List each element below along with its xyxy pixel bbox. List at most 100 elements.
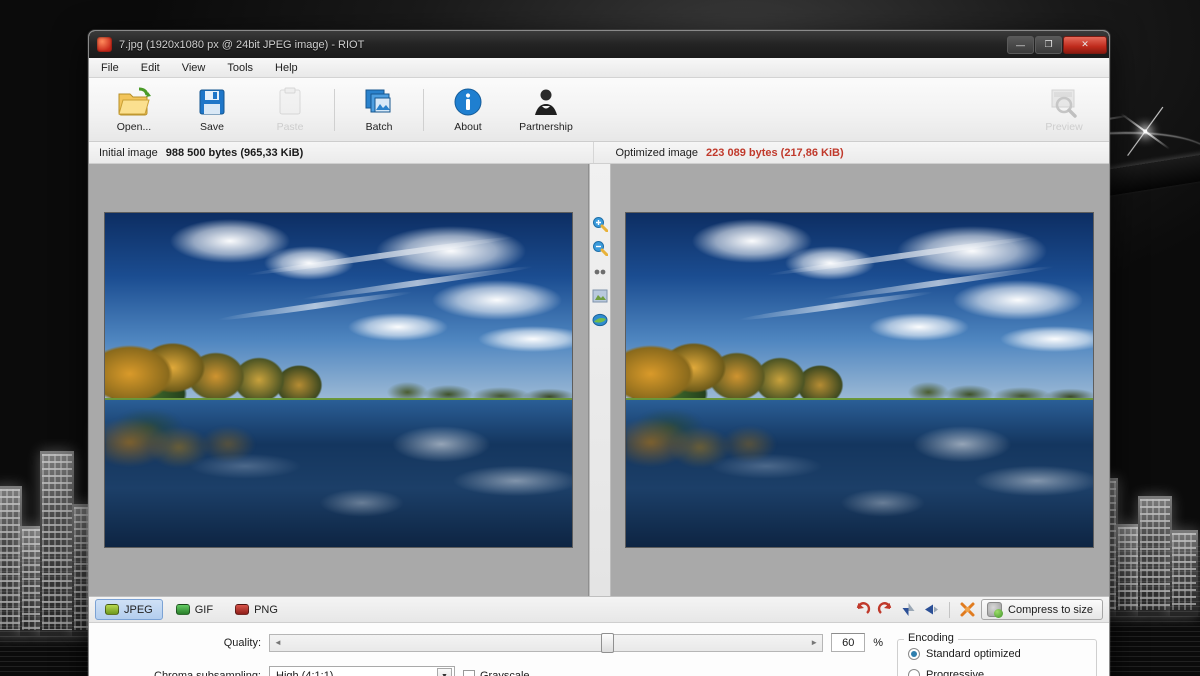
quality-label: Quality: (223, 636, 261, 649)
zoom-out-icon[interactable] (592, 240, 608, 257)
about-info-icon (451, 86, 485, 118)
quality-unit-label: % (873, 636, 883, 649)
compress-to-size-icon (987, 602, 1004, 618)
menu-item-view[interactable]: View (178, 61, 210, 75)
initial-image-photo (103, 211, 573, 549)
tab-jpeg[interactable]: JPEG (95, 599, 163, 620)
initial-image-size: 988 500 bytes (965,33 KiB) (165, 146, 304, 159)
partnership-person-icon (529, 86, 563, 118)
jpeg-settings-panel: Quality: ◄ ► 60 % Chroma subsampling: Hi… (89, 623, 1109, 676)
grayscale-label: Grayscale (480, 670, 530, 676)
format-tab-bar: JPEG GIF PNG Compress to size (89, 596, 1109, 623)
menu-item-help[interactable]: Help (271, 61, 302, 75)
save-button[interactable]: Save (173, 80, 251, 140)
quality-slider-right-arrow: ► (810, 638, 819, 647)
preview-magnifier-icon (1047, 86, 1081, 118)
close-button[interactable]: ✕ (1063, 35, 1107, 54)
initial-image-pane[interactable] (89, 164, 589, 596)
open-button-label: Open... (116, 121, 152, 133)
zoom-tool-strip (588, 164, 611, 596)
about-button-label: About (454, 121, 482, 133)
paste-clipboard-icon (273, 86, 307, 118)
optimized-image-label: Optimized image (615, 146, 699, 159)
encoding-option-standard[interactable]: Standard optimized (908, 648, 1086, 660)
open-button[interactable]: Open... (95, 80, 173, 140)
encoding-group-title: Encoding (904, 632, 958, 644)
about-button[interactable]: About (429, 80, 507, 140)
toolbar-separator-2 (423, 88, 424, 131)
rotate-right-icon[interactable] (876, 600, 895, 619)
zoom-in-icon[interactable] (592, 216, 608, 233)
radio-standard-optimized[interactable] (908, 648, 920, 660)
optimized-image-pane[interactable] (610, 164, 1109, 596)
menu-bar: File Edit View Tools Help (89, 58, 1109, 78)
preview-button[interactable]: Preview (1025, 80, 1103, 140)
optimized-image-info: Optimized image 223 089 bytes (217,86 Ki… (592, 142, 1110, 163)
image-preview-area (89, 164, 1109, 596)
quality-slider-left-arrow: ◄ (274, 638, 282, 647)
tab-gif[interactable]: GIF (167, 599, 222, 620)
chroma-subsampling-select[interactable]: High (4:1:1) ▼ (269, 666, 455, 676)
batch-button[interactable]: Batch (340, 80, 418, 140)
paste-button[interactable]: Paste (251, 80, 329, 140)
image-info-bar: Initial image 988 500 bytes (965,33 KiB)… (89, 142, 1109, 164)
encoding-group: Encoding Standard optimized Progressive (897, 632, 1097, 676)
actual-size-icon[interactable] (592, 264, 608, 280)
quality-value-input[interactable]: 60 (831, 633, 866, 652)
menu-item-file[interactable]: File (97, 61, 123, 75)
partnership-button[interactable]: Partnership (507, 80, 585, 140)
riot-application-window: 7.jpg (1920x1080 px @ 24bit JPEG image) … (88, 30, 1110, 676)
rotate-left-icon[interactable] (853, 600, 872, 619)
preview-button-label: Preview (1045, 121, 1083, 133)
optimized-image-size: 223 089 bytes (217,86 KiB) (706, 146, 844, 159)
grayscale-checkbox-box[interactable] (463, 670, 475, 676)
png-format-icon (235, 604, 250, 615)
menu-item-tools[interactable]: Tools (223, 61, 257, 75)
paste-button-label: Paste (276, 121, 304, 133)
partnership-button-label: Partnership (519, 121, 573, 133)
save-button-label: Save (200, 121, 224, 133)
radio-progressive[interactable] (908, 669, 920, 676)
encoding-option-progressive[interactable]: Progressive (908, 669, 1086, 676)
riot-app-icon (97, 37, 112, 52)
batch-images-icon (362, 86, 396, 118)
title-bar[interactable]: 7.jpg (1920x1080 px @ 24bit JPEG image) … (89, 31, 1109, 58)
initial-image-label: Initial image (99, 146, 158, 159)
tab-png-label: PNG (254, 603, 278, 616)
tab-gif-label: GIF (194, 603, 214, 616)
tab-jpeg-label: JPEG (124, 603, 153, 616)
compress-to-size-button[interactable]: Compress to size (981, 599, 1103, 620)
quality-slider-thumb[interactable] (601, 632, 615, 653)
fit-to-window-icon[interactable] (592, 288, 608, 304)
window-controls: — ❐ ✕ (1007, 35, 1109, 54)
chroma-row: Chroma subsampling: High (4:1:1) ▼ Grays… (101, 666, 883, 676)
settings-left-column: Quality: ◄ ► 60 % Chroma subsampling: Hi… (101, 632, 883, 676)
chroma-subsampling-value: High (4:1:1) (276, 670, 334, 676)
chroma-subsampling-label: Chroma subsampling: (154, 670, 261, 676)
desktop-background: 7.jpg (1920x1080 px @ 24bit JPEG image) … (0, 0, 1200, 676)
open-folder-icon (117, 86, 151, 118)
maximize-button[interactable]: ❐ (1035, 35, 1062, 54)
tab-png[interactable]: PNG (226, 599, 287, 620)
quality-row: Quality: ◄ ► 60 % (101, 632, 883, 653)
quality-slider[interactable]: ◄ ► (269, 632, 824, 653)
color-view-icon[interactable] (592, 312, 608, 328)
encoding-standard-label: Standard optimized (926, 648, 1021, 660)
initial-image-info: Initial image 988 500 bytes (965,33 KiB) (89, 142, 593, 163)
optimized-image-photo (625, 211, 1095, 549)
chevron-down-icon[interactable]: ▼ (437, 668, 452, 676)
encoding-progressive-label: Progressive (926, 669, 985, 676)
window-title: 7.jpg (1920x1080 px @ 24bit JPEG image) … (119, 38, 365, 51)
grayscale-checkbox[interactable]: Grayscale (463, 670, 530, 676)
minimize-button[interactable]: — (1007, 35, 1034, 54)
main-toolbar: Open... Save Paste Batch About Partnersh… (89, 78, 1109, 142)
menu-item-edit[interactable]: Edit (137, 61, 164, 75)
reset-image-icon[interactable] (958, 600, 977, 619)
toolbar-separator-1 (334, 88, 335, 131)
save-floppy-icon (195, 86, 229, 118)
jpeg-format-icon (105, 604, 119, 615)
gif-format-icon (175, 604, 190, 615)
flip-vertical-icon[interactable] (899, 600, 918, 619)
tool-separator (949, 601, 951, 618)
flip-horizontal-icon[interactable] (922, 600, 941, 619)
